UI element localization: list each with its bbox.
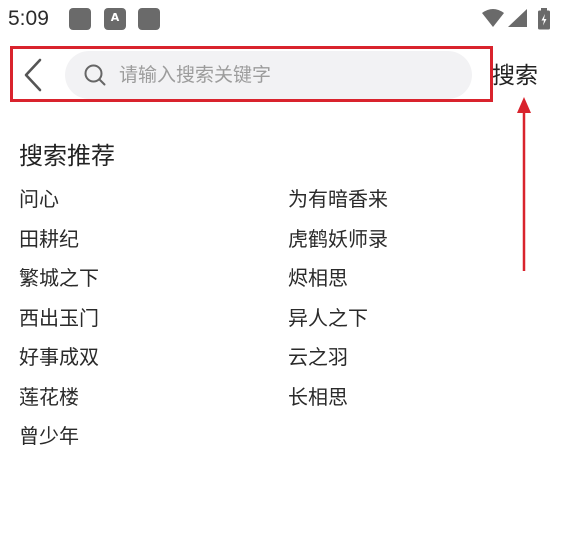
recommendation-item[interactable]: 莲花楼 [19, 378, 288, 418]
signal-icon [508, 9, 527, 27]
recommendations-list: 问心 为有暗香来 田耕纪 虎鹤妖师录 繁城之下 烬相思 西出玉门 异人之下 好事… [19, 180, 539, 457]
wifi-icon [482, 9, 504, 27]
recommendation-item[interactable]: 云之羽 [288, 338, 539, 378]
autofill-a-icon: A [104, 8, 126, 30]
autofill-a-glyph: A [110, 11, 120, 24]
search-header: 搜索 [0, 38, 562, 118]
search-icon [84, 64, 106, 86]
recommendation-item[interactable]: 田耕纪 [19, 220, 288, 260]
search-button[interactable]: 搜索 [492, 60, 538, 92]
recommendation-item[interactable]: 繁城之下 [19, 259, 288, 299]
app-notification-icon [69, 8, 91, 30]
recommendation-item[interactable]: 问心 [19, 180, 288, 220]
status-bar: 5:09 A [0, 0, 562, 38]
status-time: 5:09 [8, 7, 49, 30]
recommendations-title: 搜索推荐 [19, 142, 115, 170]
app-notification-icon [138, 8, 160, 30]
recommendation-item[interactable]: 西出玉门 [19, 299, 288, 339]
recommendation-item[interactable]: 虎鹤妖师录 [288, 220, 539, 260]
search-box[interactable] [65, 51, 472, 99]
search-page: 5:09 A 搜索 [0, 0, 562, 553]
recommendation-item[interactable]: 好事成双 [19, 338, 288, 378]
recommendation-item[interactable]: 为有暗香来 [288, 180, 539, 220]
chevron-left-icon [24, 58, 42, 92]
recommendation-item[interactable]: 异人之下 [288, 299, 539, 339]
recommendation-item[interactable]: 曾少年 [19, 417, 288, 457]
recommendation-item[interactable]: 烬相思 [288, 259, 539, 299]
recommendation-item[interactable]: 长相思 [288, 378, 539, 418]
search-input[interactable] [119, 51, 459, 99]
back-button[interactable] [16, 54, 52, 96]
battery-icon [538, 8, 550, 30]
